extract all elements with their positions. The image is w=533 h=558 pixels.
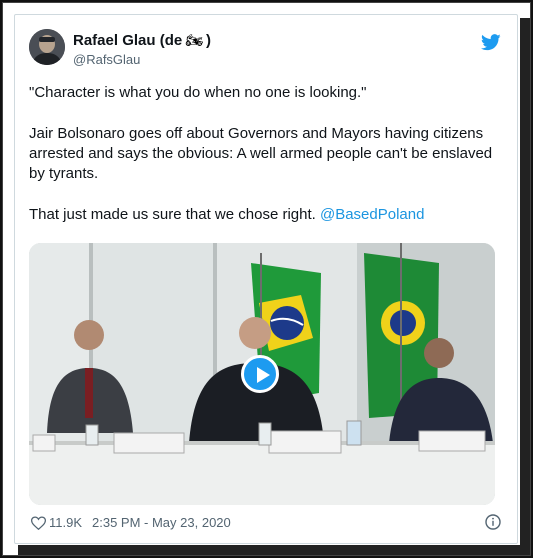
mention-link[interactable]: @BasedPoland — [320, 206, 424, 223]
play-icon[interactable] — [241, 355, 279, 393]
drop-shadow-right — [520, 18, 530, 555]
tweet-timestamp[interactable]: 2:35 PM - May 23, 2020 — [92, 515, 231, 530]
author-name[interactable]: Rafael Glau (de — [73, 32, 182, 49]
author-name-suffix: ) — [205, 32, 211, 49]
tweet-paragraph-3: That just made us sure that we chose rig… — [29, 205, 505, 225]
tweet-paragraph-2: Jair Bolsonaro goes off about Governors … — [29, 125, 493, 182]
video-thumbnail[interactable] — [29, 243, 495, 505]
info-icon[interactable] — [485, 514, 501, 530]
tweet-text: "Character is what you do when no one is… — [29, 83, 505, 246]
motorcycle-icon: 🏍 — [185, 32, 203, 48]
author-handle[interactable]: @RafsGlau — [73, 52, 140, 67]
avatar[interactable] — [29, 29, 65, 65]
author-name-row[interactable]: Rafael Glau (de 🏍 ) — [73, 32, 211, 49]
heart-icon[interactable] — [31, 515, 46, 530]
like-count[interactable]: 11.9K — [49, 515, 82, 530]
embedded-tweet[interactable]: Rafael Glau (de 🏍 ) @RafsGlau "Character… — [14, 14, 518, 544]
tweet-paragraph-1: "Character is what you do when no one is… — [29, 84, 367, 101]
twitter-bird-icon[interactable] — [481, 34, 501, 51]
tweet-paragraph-3-text: That just made us sure that we chose rig… — [29, 206, 316, 223]
drop-shadow-bottom — [18, 545, 530, 555]
tweet-footer: 11.9K 2:35 PM - May 23, 2020 — [31, 514, 501, 530]
